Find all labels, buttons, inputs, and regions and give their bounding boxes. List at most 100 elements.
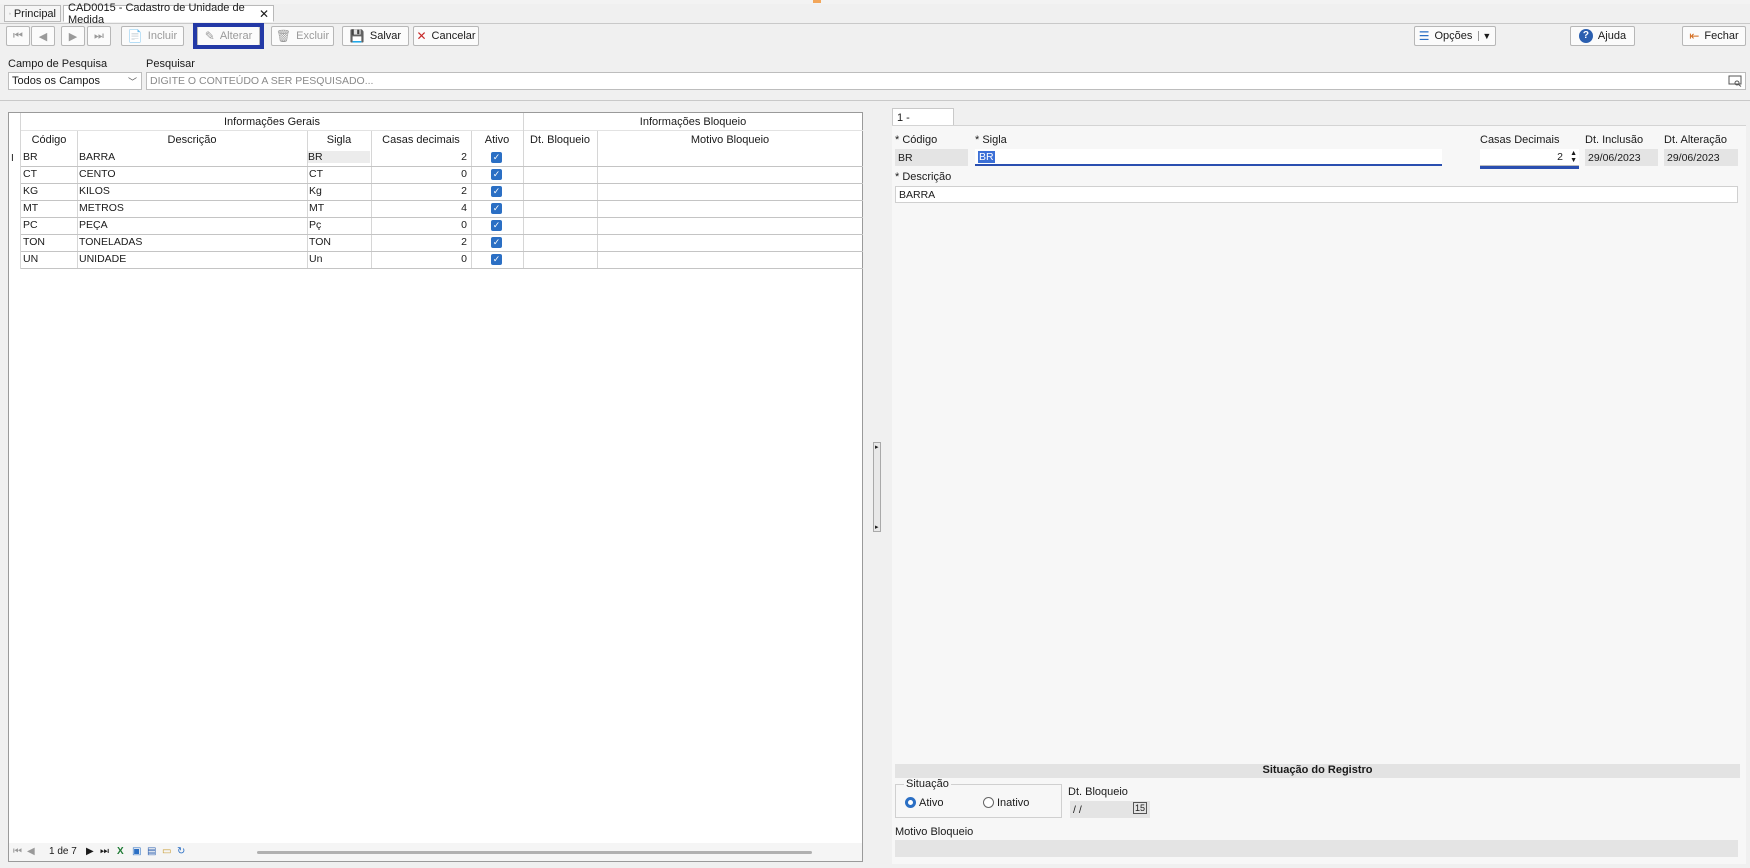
- inativo-radio-label[interactable]: Inativo: [997, 797, 1029, 809]
- last-record-button[interactable]: ⏭: [87, 26, 111, 46]
- col-header-casas[interactable]: Casas decimais: [371, 134, 471, 146]
- cell-descricao: TONELADAS: [79, 236, 143, 248]
- dt-inclusao-field: 29/06/2023: [1585, 149, 1658, 166]
- details-panel: [892, 125, 1746, 864]
- tab-cadastro-label: CAD0015 - Cadastro de Unidade de Medida: [68, 1, 245, 26]
- tab-cadastro-unidade[interactable]: CAD0015 - Cadastro de Unidade de Medida …: [63, 2, 274, 26]
- fechar-button[interactable]: ⇤ Fechar: [1682, 26, 1746, 46]
- ativo-checkbox[interactable]: ✓: [491, 169, 502, 180]
- ativo-checkbox[interactable]: ✓: [491, 186, 502, 197]
- collapse-arrow-icon[interactable]: ▸: [875, 443, 879, 451]
- next-page-icon[interactable]: ▶: [86, 846, 94, 857]
- cell-descricao: UNIDADE: [79, 253, 127, 265]
- situacao-label: Situação: [904, 778, 951, 790]
- cell-casas: 2: [461, 236, 467, 248]
- sigla-selected-text: BR: [978, 150, 995, 163]
- refresh-icon[interactable]: ↻: [177, 846, 185, 857]
- opcoes-button[interactable]: ☰ Opções ▼: [1414, 26, 1496, 46]
- next-record-button[interactable]: ▶: [61, 26, 85, 46]
- salvar-button[interactable]: 💾 Salvar: [342, 26, 409, 46]
- dt-alteracao-field: 29/06/2023: [1664, 149, 1738, 166]
- prev-icon: ◀: [38, 30, 48, 43]
- dt-bloqueio-field[interactable]: / / 15: [1070, 801, 1150, 818]
- excel-export-icon[interactable]: X: [117, 846, 124, 857]
- col-header-dt-bloqueio[interactable]: Dt. Bloqueio: [523, 134, 597, 146]
- inativo-radio[interactable]: [983, 797, 994, 808]
- save-icon: 💾: [349, 29, 365, 43]
- tab-detalhes[interactable]: 1 - Detalhes: [892, 108, 954, 136]
- horizontal-scrollbar[interactable]: [257, 851, 812, 854]
- col-header-motivo[interactable]: Motivo Bloqueio: [597, 134, 863, 146]
- stepper-arrows-icon[interactable]: ▲ ▼: [1570, 150, 1577, 164]
- ativo-radio-label[interactable]: Ativo: [919, 797, 943, 809]
- first-record-button[interactable]: ⏮: [6, 26, 30, 46]
- last-page-icon[interactable]: ⏭: [100, 846, 109, 857]
- cell-descricao: BARRA: [79, 151, 116, 163]
- tab-bar: Principal CAD0015 - Cadastro de Unidade …: [0, 2, 1750, 26]
- incluir-button[interactable]: 📄 Incluir: [121, 26, 184, 46]
- pager-label: 1 de 7: [49, 846, 77, 857]
- excluir-button[interactable]: 🗑 Excluir: [271, 26, 334, 46]
- cell-sigla: Kg: [309, 185, 322, 197]
- ativo-checkbox[interactable]: ✓: [491, 203, 502, 214]
- cell-sigla: BR: [308, 151, 370, 163]
- ativo-checkbox[interactable]: ✓: [491, 152, 502, 163]
- ativo-radio[interactable]: [905, 797, 916, 808]
- ajuda-button[interactable]: ? Ajuda: [1570, 26, 1635, 46]
- search-input[interactable]: DIGITE O CONTEÚDO A SER PESQUISADO...: [146, 72, 1746, 90]
- codigo-label: * Código: [895, 134, 938, 146]
- search-options-icon[interactable]: [1728, 75, 1742, 87]
- cell-codigo: UN: [23, 253, 39, 265]
- ativo-checkbox[interactable]: ✓: [491, 220, 502, 231]
- descricao-input[interactable]: BARRA: [895, 186, 1738, 203]
- close-tab-icon[interactable]: ✕: [259, 8, 269, 20]
- folder-icon[interactable]: ▭: [162, 846, 171, 857]
- fechar-label: Fechar: [1704, 30, 1739, 42]
- next-icon: ▶: [68, 30, 78, 43]
- cell-codigo: KG: [23, 185, 39, 197]
- cell-sigla: Un: [309, 253, 323, 265]
- cell-casas: 0: [461, 219, 467, 231]
- campo-pesquisa-select[interactable]: Todos os Campos ﹀: [8, 72, 142, 90]
- casas-focus-bar: [1480, 166, 1579, 169]
- save-grid-icon[interactable]: ▤: [147, 846, 156, 857]
- col-header-sigla[interactable]: Sigla: [307, 134, 371, 146]
- casas-label: Casas Decimais: [1480, 134, 1560, 146]
- col-header-codigo[interactable]: Código: [21, 134, 77, 146]
- motivo-bloqueio-field[interactable]: [895, 840, 1738, 857]
- cell-codigo: MT: [23, 202, 39, 214]
- motivo-bloqueio-label: Motivo Bloqueio: [895, 826, 974, 838]
- cell-descricao: METROS: [79, 202, 124, 214]
- cell-codigo: TON: [23, 236, 45, 248]
- cell-sigla: TON: [309, 236, 331, 248]
- cell-descricao: CENTO: [79, 168, 116, 180]
- chevron-down-icon: ﹀: [127, 77, 137, 87]
- prev-record-button[interactable]: ◀: [31, 26, 55, 46]
- copy-icon[interactable]: ▣: [132, 846, 141, 857]
- panel-splitter[interactable]: ▸ ▸: [873, 442, 881, 532]
- chevron-down-icon[interactable]: ▼: [1478, 31, 1491, 41]
- cancel-icon: ✕: [416, 29, 427, 43]
- situacao-header: Situação do Registro: [895, 764, 1740, 778]
- cancelar-button[interactable]: ✕ Cancelar: [413, 26, 479, 46]
- col-header-ativo[interactable]: Ativo: [471, 134, 523, 146]
- sigla-input[interactable]: BR: [975, 149, 1442, 166]
- calendar-icon[interactable]: 15: [1132, 802, 1147, 814]
- tab-principal[interactable]: Principal: [4, 5, 61, 22]
- ativo-checkbox[interactable]: ✓: [491, 237, 502, 248]
- cell-sigla: MT: [309, 202, 325, 214]
- prev-page-icon[interactable]: ◀: [27, 846, 35, 857]
- trash-icon: 🗑: [275, 29, 292, 43]
- cell-casas: 0: [461, 168, 467, 180]
- codigo-field[interactable]: BR: [895, 149, 968, 166]
- alterar-highlight-box: [193, 23, 264, 49]
- descricao-label: * Descrição: [895, 171, 952, 183]
- add-document-icon: 📄: [127, 29, 143, 43]
- expand-arrow-icon[interactable]: ▸: [875, 523, 879, 531]
- cell-codigo: BR: [23, 151, 38, 163]
- casas-stepper[interactable]: 2 ▲ ▼: [1480, 149, 1579, 166]
- opcoes-label: Opções: [1434, 30, 1473, 42]
- ativo-checkbox[interactable]: ✓: [491, 254, 502, 265]
- col-header-descricao[interactable]: Descrição: [77, 134, 307, 146]
- first-page-icon[interactable]: ⏮: [13, 846, 22, 857]
